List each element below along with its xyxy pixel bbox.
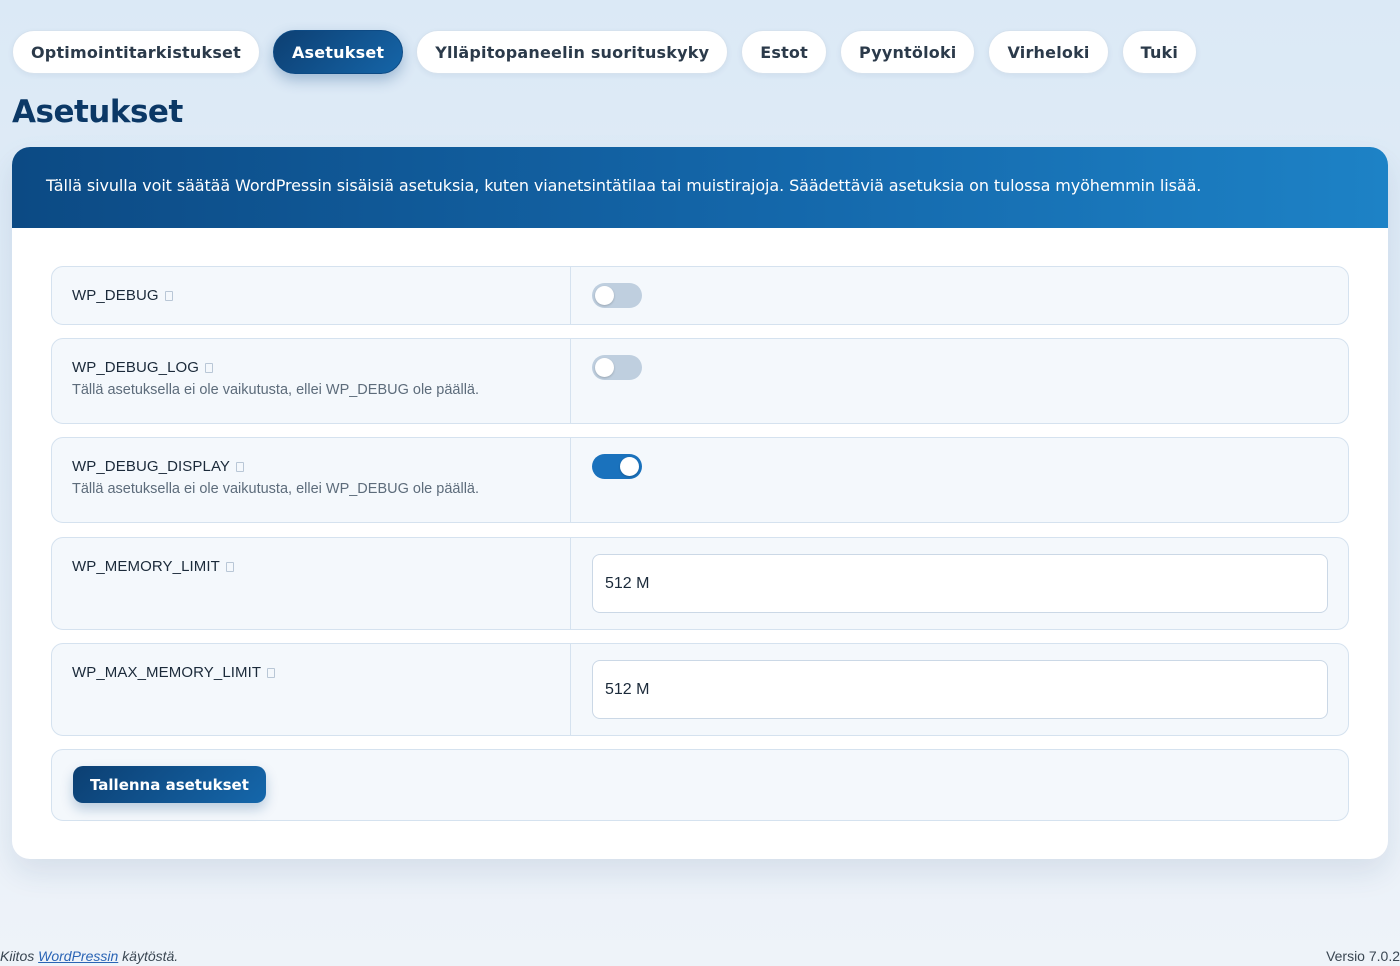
wp-debug-display-toggle[interactable] (592, 454, 642, 479)
toggle-knob (595, 286, 614, 305)
tab-bar: Optimointitarkistukset Asetukset Ylläpit… (12, 30, 1198, 74)
footer-thanks-suffix: käytöstä. (122, 948, 179, 964)
setting-name: WP_DEBUG_DISPLAY (72, 458, 570, 475)
card-header-description: Tällä sivulla voit säätää WordPressin si… (12, 147, 1388, 228)
setting-row-wp-debug-display: WP_DEBUG_DISPLAY Tällä asetuksella ei ol… (51, 437, 1349, 523)
wp-memory-limit-input[interactable]: 512 M (592, 554, 1328, 613)
page-title: Asetukset (12, 94, 183, 130)
tab-virheloki[interactable]: Virheloki (988, 30, 1109, 74)
save-row: Tallenna asetukset (51, 749, 1349, 821)
tab-asetukset[interactable]: Asetukset (272, 30, 404, 74)
footer-thanks-prefix: Kiitos (0, 948, 35, 964)
setting-name-text: WP_MEMORY_LIMIT (72, 558, 220, 575)
setting-control-column: 512 M (571, 644, 1348, 735)
wp-debug-toggle[interactable] (592, 283, 642, 308)
setting-description: Tällä asetuksella ei ole vaikutusta, ell… (72, 481, 480, 497)
tab-tuki[interactable]: Tuki (1121, 30, 1198, 74)
setting-control-column (571, 339, 1348, 423)
info-icon[interactable] (267, 667, 276, 678)
setting-name-text: WP_DEBUG (72, 287, 159, 304)
setting-label-column: WP_MAX_MEMORY_LIMIT (52, 644, 571, 735)
settings-card: Tällä sivulla voit säätää WordPressin si… (12, 147, 1388, 859)
info-icon[interactable] (225, 561, 234, 572)
tab-estot[interactable]: Estot (741, 30, 827, 74)
setting-label-column: WP_DEBUG_LOG Tällä asetuksella ei ole va… (52, 339, 571, 423)
info-icon[interactable] (205, 362, 214, 373)
setting-name: WP_DEBUG_LOG (72, 359, 570, 376)
wp-max-memory-limit-input[interactable]: 512 M (592, 660, 1328, 719)
tab-pyyntoloki[interactable]: Pyyntöloki (839, 30, 976, 74)
setting-control-column: 512 M (571, 538, 1348, 629)
setting-name: WP_MAX_MEMORY_LIMIT (72, 664, 570, 681)
setting-label-column: WP_DEBUG_DISPLAY Tällä asetuksella ei ol… (52, 438, 571, 522)
toggle-knob (595, 358, 614, 377)
info-icon[interactable] (164, 290, 173, 301)
tab-optimointitarkistukset[interactable]: Optimointitarkistukset (12, 30, 260, 74)
setting-name-text: WP_DEBUG_DISPLAY (72, 458, 231, 475)
setting-name: WP_DEBUG (72, 287, 570, 304)
wordpress-link[interactable]: WordPressin (38, 948, 118, 964)
setting-label-column: WP_MEMORY_LIMIT (52, 538, 571, 629)
tab-yllapitopaneelin-suorituskyky[interactable]: Ylläpitopaneelin suorituskyky (416, 30, 729, 74)
setting-row-wp-memory-limit: WP_MEMORY_LIMIT 512 M (51, 537, 1349, 630)
setting-name-text: WP_MAX_MEMORY_LIMIT (72, 664, 262, 681)
setting-name: WP_MEMORY_LIMIT (72, 558, 570, 575)
setting-row-wp-max-memory-limit: WP_MAX_MEMORY_LIMIT 512 M (51, 643, 1349, 736)
toggle-knob (620, 457, 639, 476)
save-settings-button[interactable]: Tallenna asetukset (73, 766, 266, 803)
setting-row-wp-debug: WP_DEBUG (51, 266, 1349, 325)
wp-debug-log-toggle[interactable] (592, 355, 642, 380)
setting-description: Tällä asetuksella ei ole vaikutusta, ell… (72, 382, 480, 398)
footer-version: Versio 7.0.2 (1326, 948, 1400, 964)
setting-name-text: WP_DEBUG_LOG (72, 359, 200, 376)
footer-thanks: Kiitos WordPressin käytöstä. (0, 948, 178, 964)
setting-control-column (571, 438, 1348, 522)
setting-label-column: WP_DEBUG (52, 267, 571, 324)
setting-row-wp-debug-log: WP_DEBUG_LOG Tällä asetuksella ei ole va… (51, 338, 1349, 424)
info-icon[interactable] (236, 461, 245, 472)
setting-control-column (571, 267, 1348, 324)
